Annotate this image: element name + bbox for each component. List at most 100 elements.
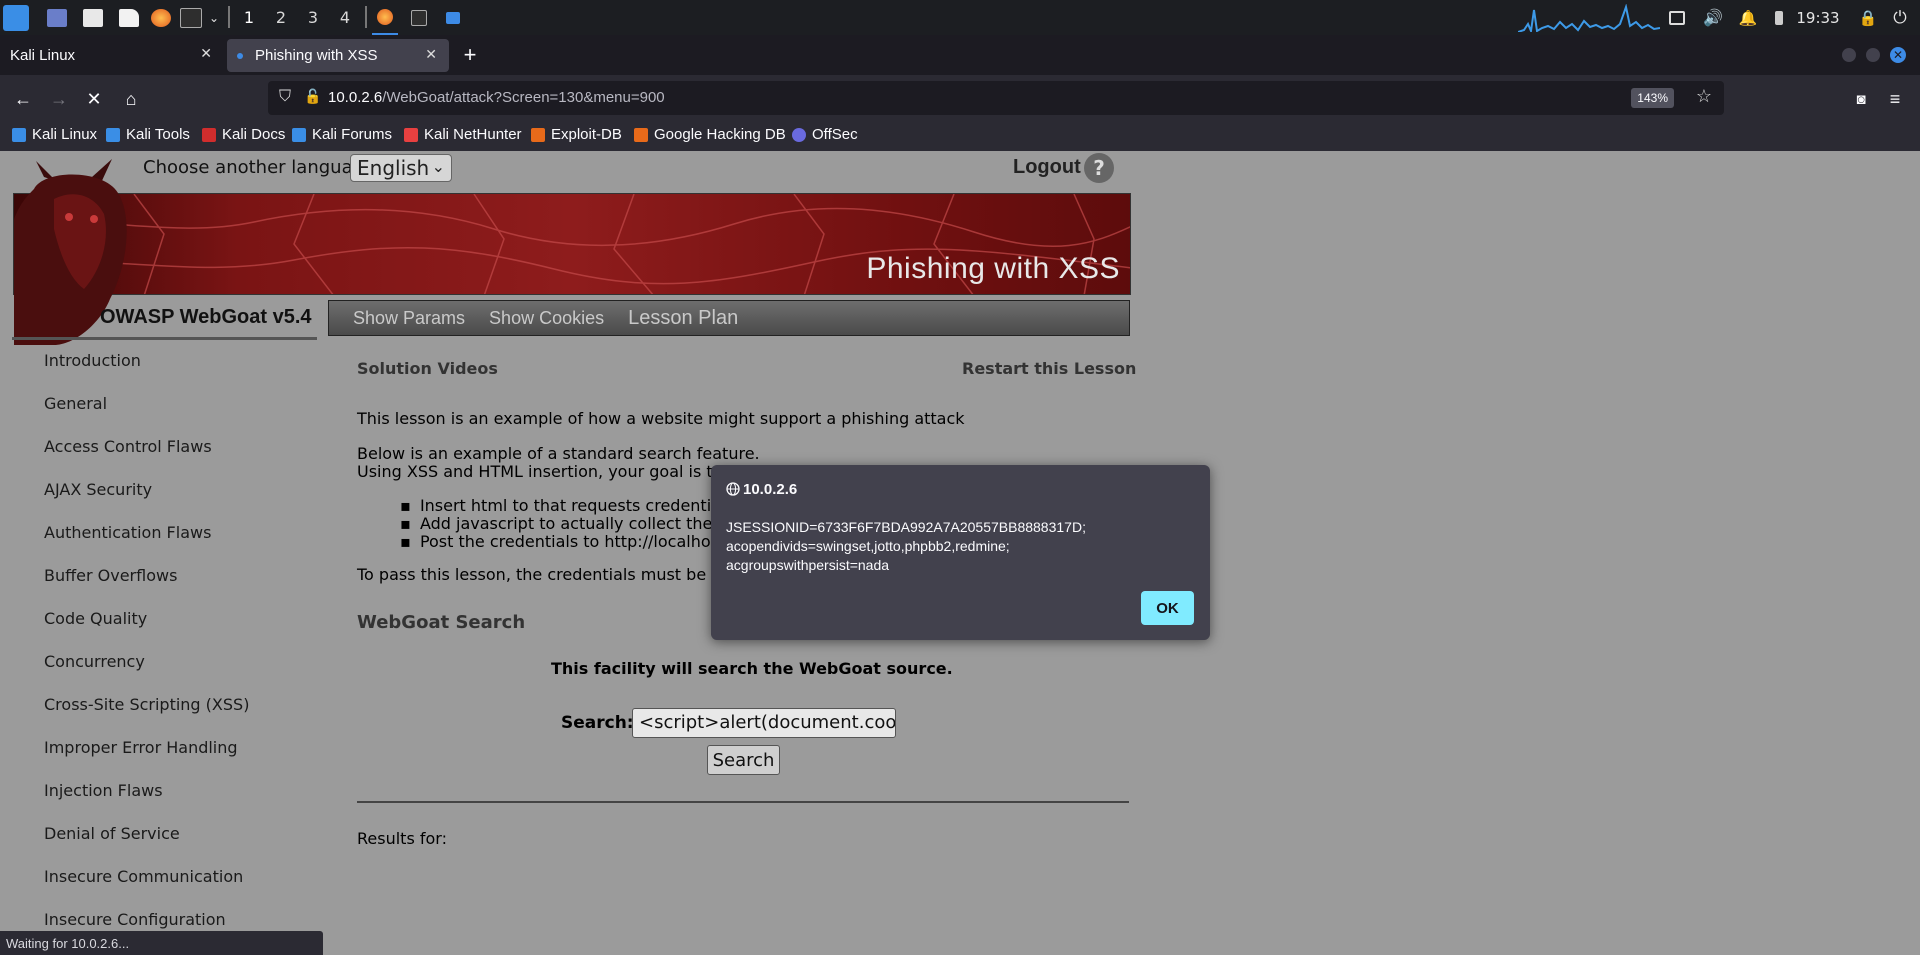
lesson-intro-text: This lesson is an example of how a websi…	[357, 409, 965, 428]
url-text[interactable]: 10.0.2.6/WebGoat/attack?Screen=130&menu=…	[328, 89, 665, 106]
firefox-icon[interactable]	[148, 0, 174, 35]
panel-separator	[228, 6, 230, 28]
desktop-icon[interactable]	[44, 0, 70, 35]
lock-screen-icon[interactable]: 🔒	[1855, 0, 1881, 35]
search-input[interactable]: <script>alert(document.cookie	[632, 708, 896, 738]
clock[interactable]: 19:33	[1796, 0, 1840, 35]
workspace-1[interactable]: 1	[234, 0, 264, 37]
terminal-task-icon[interactable]	[406, 0, 432, 35]
sidebar-item-code-quality[interactable]: Code Quality	[44, 609, 147, 628]
maximize-icon[interactable]	[1866, 35, 1882, 75]
language-select[interactable]: English ⌄	[350, 154, 452, 182]
workspace-3[interactable]: 3	[298, 0, 328, 35]
bookmark-kali-linux[interactable]: Kali Linux	[12, 126, 97, 143]
network-graph	[1518, 4, 1660, 32]
terminal-icon[interactable]	[178, 0, 204, 35]
notification-bell-icon[interactable]: 🔔	[1735, 0, 1761, 35]
sidebar-item-general[interactable]: General	[44, 394, 107, 413]
lesson-banner: Phishing with XSS	[13, 193, 1131, 295]
bookmark-label: Kali Tools	[126, 126, 190, 143]
sidebar-item-access-control-flaws[interactable]: Access Control Flaws	[44, 437, 212, 456]
volume-icon[interactable]: 🔊	[1700, 0, 1726, 35]
bookmark-label: Kali NetHunter	[424, 126, 522, 143]
back-arrow-icon[interactable]: ←	[9, 85, 37, 113]
bookmark-exploit-db[interactable]: Exploit-DB	[531, 126, 622, 143]
sidebar-item-improper-error-handling[interactable]: Improper Error Handling	[44, 738, 238, 757]
shield-icon[interactable]: ⛉	[279, 88, 291, 106]
page-info-icon[interactable]: 🔓	[304, 88, 321, 105]
lesson-plan-link[interactable]: Lesson Plan	[628, 307, 738, 330]
sidebar-item-insecure-configuration[interactable]: Insecure Configuration	[44, 910, 226, 929]
battery-icon[interactable]	[1770, 0, 1788, 35]
bookmark-kali-forums[interactable]: Kali Forums	[292, 126, 392, 143]
lesson-below-text-2: Using XSS and HTML insertion, your goal …	[357, 462, 728, 481]
forward-arrow-icon[interactable]: →	[45, 85, 73, 113]
alert-dialog: 10.0.2.6 JSESSIONID=6733F6F7BDA992A7A205…	[711, 465, 1210, 640]
banner-title: Phishing with XSS	[866, 252, 1120, 285]
firefox-task-icon[interactable]	[372, 0, 398, 35]
hamburger-menu-icon[interactable]: ≡	[1881, 85, 1909, 113]
new-tab-plus-icon[interactable]: +	[458, 35, 482, 75]
chevron-down-icon[interactable]: ⌄	[206, 0, 222, 35]
bookmark-label: Kali Docs	[222, 126, 286, 143]
alert-ok-button[interactable]: OK	[1141, 591, 1194, 625]
bookmark-kali-tools[interactable]: Kali Tools	[106, 126, 190, 143]
loading-dot-icon	[237, 52, 243, 59]
docs-icon	[202, 127, 216, 142]
zoom-badge[interactable]: 143%	[1631, 88, 1674, 108]
sidebar-item-buffer-overflows[interactable]: Buffer Overflows	[44, 566, 177, 585]
power-icon[interactable]: ⏻	[1887, 0, 1913, 35]
workspace-2[interactable]: 2	[266, 0, 296, 35]
navigation-bar: ← → ✕ ⌂ ⛉ 🔓 10.0.2.6/WebGoat/attack?Scre…	[0, 75, 1920, 123]
logout-link[interactable]: Logout	[1013, 156, 1081, 179]
bookmark-label: Kali Forums	[312, 126, 393, 143]
pocket-icon[interactable]: ◙	[1847, 85, 1875, 113]
window-close-icon[interactable]: ✕	[1890, 35, 1908, 75]
workspace-4[interactable]: 4	[330, 0, 360, 35]
bookmark-star-icon[interactable]: ☆	[1696, 86, 1712, 107]
text-editor-icon[interactable]	[116, 0, 142, 35]
show-cookies-link[interactable]: Show Cookies	[489, 308, 604, 329]
home-icon[interactable]: ⌂	[117, 85, 145, 113]
kali-dragon-icon	[292, 127, 306, 142]
tab-kali-linux[interactable]: Kali Linux ✕	[0, 35, 224, 75]
kali-dragon-icon	[12, 127, 26, 142]
search-button[interactable]: Search	[707, 745, 780, 775]
system-panel: ⌄ 1 2 3 4 🔊 🔔 19:33 🔒 ⏻	[0, 0, 1920, 37]
sidebar-item-ajax-security[interactable]: AJAX Security	[44, 480, 152, 499]
close-icon[interactable]: ✕	[200, 45, 212, 62]
tab-phishing-with-xss[interactable]: Phishing with XSS ✕	[227, 39, 449, 72]
url-bar[interactable]: ⛉ 🔓 10.0.2.6/WebGoat/attack?Screen=130&m…	[268, 81, 1724, 115]
sidebar-item-injection-flaws[interactable]: Injection Flaws	[44, 781, 163, 800]
kali-menu-icon[interactable]	[2, 0, 30, 35]
bookmarks-toolbar: Kali Linux Kali Tools Kali Docs Kali For…	[0, 123, 1920, 151]
sidebar-item-concurrency[interactable]: Concurrency	[44, 652, 145, 671]
url-path: /WebGoat/attack?Screen=130&menu=900	[382, 89, 665, 106]
globe-icon	[726, 482, 740, 496]
help-icon[interactable]: ?	[1084, 153, 1114, 183]
goal-text: Add javascript to actually collect the c…	[419, 514, 733, 533]
sidebar-item-introduction[interactable]: Introduction	[44, 351, 141, 370]
show-params-link[interactable]: Show Params	[353, 308, 465, 329]
lesson-menu-bar: Show Params Show Cookies Lesson Plan	[328, 300, 1130, 336]
minimize-icon[interactable]	[1842, 35, 1858, 75]
browser-tab-bar: Kali Linux ✕ Phishing with XSS ✕ + ✕	[0, 35, 1920, 75]
alert-message-line: JSESSIONID=6733F6F7BDA992A7A20557BB88883…	[726, 519, 1086, 535]
sidebar-item-insecure-communication[interactable]: Insecure Communication	[44, 867, 243, 886]
bookmark-kali-nethunter[interactable]: Kali NetHunter	[404, 126, 522, 143]
bookmark-kali-docs[interactable]: Kali Docs	[202, 126, 285, 143]
restart-lesson-link[interactable]: Restart this Lesson	[962, 359, 1136, 378]
bookmark-offsec[interactable]: OffSec	[792, 126, 858, 143]
sidebar-item-authentication-flaws[interactable]: Authentication Flaws	[44, 523, 211, 542]
stop-icon[interactable]: ✕	[80, 85, 108, 113]
sidebar-item-xss[interactable]: Cross-Site Scripting (XSS)	[44, 695, 249, 714]
exploit-db-icon	[531, 127, 545, 142]
solution-videos-link[interactable]: Solution Videos	[357, 359, 498, 378]
bookmark-label: Exploit-DB	[551, 126, 622, 143]
close-icon[interactable]: ✕	[425, 46, 437, 63]
window-task-icon[interactable]	[440, 0, 466, 35]
bookmark-google-hacking-db[interactable]: Google Hacking DB	[634, 126, 786, 143]
sidebar-item-denial-of-service[interactable]: Denial of Service	[44, 824, 180, 843]
file-manager-icon[interactable]	[80, 0, 106, 35]
display-icon[interactable]	[1664, 0, 1690, 35]
